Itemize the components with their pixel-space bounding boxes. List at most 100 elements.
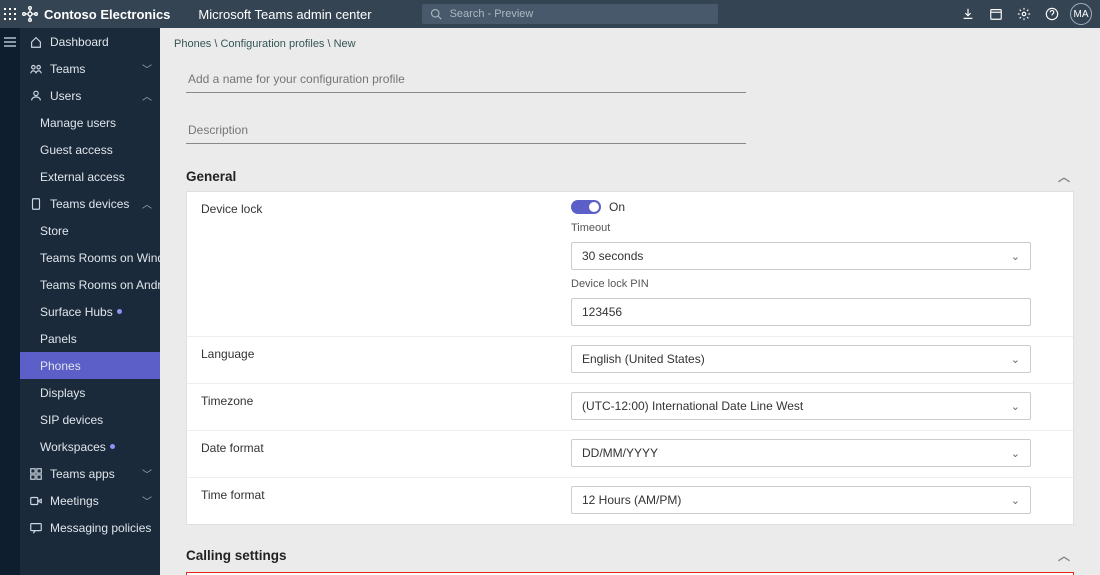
device-lock-label: Device lock bbox=[187, 192, 557, 336]
date-format-value: DD/MM/YYYY bbox=[582, 446, 658, 460]
chevron-down-icon: ⌄ bbox=[1011, 447, 1020, 460]
chevron-down-icon: ⌄ bbox=[1011, 494, 1020, 507]
timeout-label: Timeout bbox=[571, 222, 1059, 234]
collapse-calling-icon[interactable]: ︿ bbox=[1058, 547, 1074, 564]
sidebar-item-label: Guest access bbox=[40, 143, 113, 157]
sidebar-item-phones[interactable]: Phones bbox=[20, 352, 160, 379]
timezone-select[interactable]: (UTC-12:00) International Date Line West… bbox=[571, 392, 1031, 420]
section-calling-title: Calling settings bbox=[186, 548, 287, 563]
collapse-rail[interactable] bbox=[0, 28, 20, 575]
sidebar-item-external-access[interactable]: External access bbox=[20, 163, 160, 190]
sidebar-item-label: Workspaces bbox=[40, 440, 106, 454]
chevron-down-icon: ﹀ bbox=[142, 61, 152, 76]
sidebar-item-meetings[interactable]: Meetings﹀ bbox=[20, 487, 160, 514]
pin-label: Device lock PIN bbox=[571, 278, 1059, 290]
time-format-label: Time format bbox=[187, 478, 557, 524]
global-header: Contoso Electronics Microsoft Teams admi… bbox=[0, 0, 1100, 28]
users-icon bbox=[28, 89, 44, 103]
crumb-phones[interactable]: Phones bbox=[174, 38, 211, 50]
time-format-select[interactable]: 12 Hours (AM/PM) ⌄ bbox=[571, 486, 1031, 514]
org-name: Contoso Electronics bbox=[44, 7, 170, 22]
sidebar-item-label: Users bbox=[50, 89, 81, 103]
sidebar-item-label: Teams devices bbox=[50, 197, 129, 211]
sidebar-item-workspaces[interactable]: Workspaces bbox=[20, 433, 160, 460]
pin-input[interactable] bbox=[571, 298, 1031, 326]
main-content: Phones \ Configuration profiles \ New Ge… bbox=[160, 28, 1100, 575]
sidebar-item-teams-rooms-on-android[interactable]: Teams Rooms on Android bbox=[20, 271, 160, 298]
sidebar-item-messaging-policies[interactable]: Messaging policies bbox=[20, 514, 160, 541]
sidebar-item-panels[interactable]: Panels bbox=[20, 325, 160, 352]
sidebar-item-surface-hubs[interactable]: Surface Hubs bbox=[20, 298, 160, 325]
sidebar-item-label: Teams apps bbox=[50, 467, 115, 481]
sidebar-item-teams-rooms-on-windo-[interactable]: Teams Rooms on Windo... bbox=[20, 244, 160, 271]
breadcrumb: Phones \ Configuration profiles \ New bbox=[160, 28, 1100, 54]
section-general-title: General bbox=[186, 169, 236, 184]
sidebar-item-label: Teams Rooms on Android bbox=[40, 278, 160, 292]
device-icon bbox=[28, 197, 44, 211]
sidebar-item-label: Phones bbox=[40, 359, 81, 373]
msg-icon bbox=[28, 521, 44, 535]
sidebar-item-dashboard[interactable]: Dashboard bbox=[20, 28, 160, 55]
sidebar-item-store[interactable]: Store bbox=[20, 217, 160, 244]
sidebar-item-label: Panels bbox=[40, 332, 77, 346]
calendar-icon[interactable] bbox=[982, 7, 1010, 21]
section-general-header: General ︿ bbox=[186, 168, 1074, 185]
profile-desc-input[interactable] bbox=[186, 117, 746, 144]
sidebar-item-label: Messaging policies bbox=[50, 521, 151, 535]
section-calling-header: Calling settings ︿ bbox=[186, 547, 1074, 564]
timezone-label: Timezone bbox=[187, 384, 557, 430]
language-value: English (United States) bbox=[582, 352, 705, 366]
user-avatar[interactable]: MA bbox=[1070, 3, 1092, 25]
crumb-current: New bbox=[334, 38, 356, 50]
time-format-value: 12 Hours (AM/PM) bbox=[582, 493, 681, 507]
sidebar-item-label: Teams Rooms on Windo... bbox=[40, 251, 160, 265]
nav-sidebar: Dashboard Teams ﹀ Users ︿ Manage users Guest a… bbox=[20, 28, 160, 575]
sidebar-item-label: Dashboard bbox=[50, 35, 109, 49]
sidebar-item-label: Manage users bbox=[40, 116, 116, 130]
chevron-down-icon: ⌄ bbox=[1011, 250, 1020, 263]
sidebar-item-label: Surface Hubs bbox=[40, 305, 113, 319]
chevron-down-icon: ﹀ bbox=[142, 466, 152, 481]
org-brand: Contoso Electronics bbox=[20, 6, 170, 22]
new-indicator-icon bbox=[117, 309, 122, 314]
date-format-label: Date format bbox=[187, 431, 557, 477]
org-logo-icon bbox=[22, 6, 38, 22]
search-placeholder: Search - Preview bbox=[450, 8, 534, 20]
global-search[interactable]: Search - Preview bbox=[422, 4, 718, 24]
sidebar-item-teams-apps[interactable]: Teams apps ﹀ bbox=[20, 460, 160, 487]
chevron-up-icon: ︿ bbox=[142, 88, 152, 103]
date-format-select[interactable]: DD/MM/YYYY ⌄ bbox=[571, 439, 1031, 467]
device-lock-state: On bbox=[609, 200, 625, 214]
sidebar-item-guest-access[interactable]: Guest access bbox=[20, 136, 160, 163]
sidebar-item-label: Meetings bbox=[50, 494, 99, 508]
timezone-value: (UTC-12:00) International Date Line West bbox=[582, 399, 803, 413]
sidebar-item-manage-users[interactable]: Manage users bbox=[20, 109, 160, 136]
device-lock-toggle[interactable]: On bbox=[571, 200, 1059, 214]
profile-name-input[interactable] bbox=[186, 66, 746, 93]
crumb-config-profiles[interactable]: Configuration profiles bbox=[220, 38, 324, 50]
sidebar-item-label: Teams bbox=[50, 62, 85, 76]
sidebar-item-label: External access bbox=[40, 170, 125, 184]
sidebar-item-label: SIP devices bbox=[40, 413, 103, 427]
collapse-general-icon[interactable]: ︿ bbox=[1058, 168, 1074, 185]
help-icon[interactable] bbox=[1038, 7, 1066, 21]
timeout-value: 30 seconds bbox=[582, 249, 643, 263]
apps-icon bbox=[28, 467, 44, 481]
sidebar-item-teams[interactable]: Teams ﹀ bbox=[20, 55, 160, 82]
chevron-down-icon: ⌄ bbox=[1011, 353, 1020, 366]
general-panel: Device lock On Timeout 30 seconds ⌄ Devic… bbox=[186, 191, 1074, 525]
teams-icon bbox=[28, 62, 44, 76]
sidebar-item-displays[interactable]: Displays bbox=[20, 379, 160, 406]
home-icon bbox=[28, 35, 44, 49]
sidebar-item-label: Store bbox=[40, 224, 69, 238]
sidebar-item-teams-devices[interactable]: Teams devices︿ bbox=[20, 190, 160, 217]
app-launcher-icon[interactable] bbox=[0, 8, 20, 20]
download-icon[interactable] bbox=[954, 7, 982, 21]
language-select[interactable]: English (United States) ⌄ bbox=[571, 345, 1031, 373]
search-icon bbox=[430, 8, 442, 20]
timeout-select[interactable]: 30 seconds ⌄ bbox=[571, 242, 1031, 270]
settings-icon[interactable] bbox=[1010, 7, 1038, 21]
sidebar-item-sip-devices[interactable]: SIP devices bbox=[20, 406, 160, 433]
language-label: Language bbox=[187, 337, 557, 383]
sidebar-item-users[interactable]: Users ︿ bbox=[20, 82, 160, 109]
